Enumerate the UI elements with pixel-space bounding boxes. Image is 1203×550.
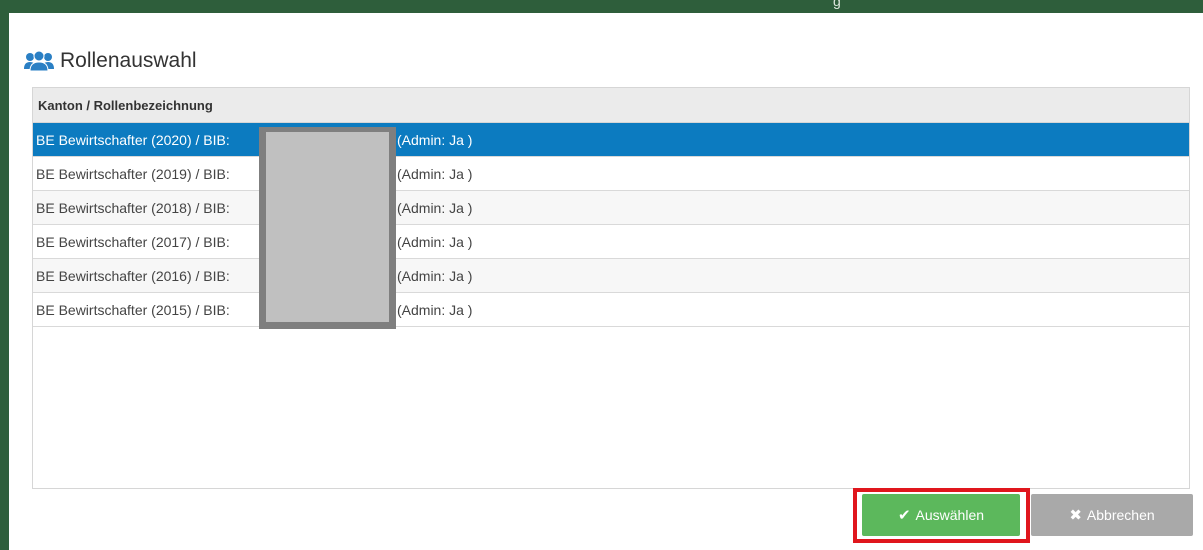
table-header: Kanton / Rollenbezeichnung (33, 88, 1189, 123)
table-row[interactable]: BE Bewirtschafter (2017) / BIB: (Admin: J… (33, 225, 1189, 259)
screen: g Rollenauswahl Kanton / Rollenbezeichnu… (0, 0, 1203, 550)
table-row[interactable]: BE Bewirtschafter (2019) / BIB: (Admin: J… (33, 157, 1189, 191)
role-cell: BE Bewirtschafter (2018) / BIB: (36, 199, 230, 216)
select-button[interactable]: ✔ Auswählen (862, 494, 1020, 536)
dialog-title-text: Rollenauswahl (60, 49, 197, 72)
background-left-edge (0, 0, 9, 550)
table-body: BE Bewirtschafter (2020) / BIB: (Admin: J… (33, 123, 1189, 327)
admin-cell: (Admin: Ja ) (397, 165, 473, 182)
background-header-text: g (833, 0, 841, 9)
admin-cell: (Admin: Ja ) (397, 267, 473, 284)
role-cell: BE Bewirtschafter (2019) / BIB: (36, 165, 230, 182)
admin-cell: (Admin: Ja ) (397, 301, 473, 318)
users-icon (24, 50, 54, 72)
role-table: Kanton / Rollenbezeichnung BE Bewirtscha… (32, 87, 1190, 489)
table-row[interactable]: BE Bewirtschafter (2016) / BIB: (Admin: J… (33, 259, 1189, 293)
select-button-label: Auswählen (915, 507, 985, 523)
admin-cell: (Admin: Ja ) (397, 199, 473, 216)
cancel-button[interactable]: ✖ Abbrechen (1031, 494, 1193, 536)
redacted-region (259, 127, 396, 329)
background-header-bar (0, 0, 1203, 13)
admin-cell: (Admin: Ja ) (397, 233, 473, 250)
table-row[interactable]: BE Bewirtschafter (2020) / BIB: (Admin: J… (33, 123, 1189, 157)
role-cell: BE Bewirtschafter (2015) / BIB: (36, 301, 230, 318)
table-row[interactable]: BE Bewirtschafter (2015) / BIB: (Admin: J… (33, 293, 1189, 327)
cancel-button-label: Abbrechen (1086, 507, 1155, 523)
role-cell: BE Bewirtschafter (2017) / BIB: (36, 233, 230, 250)
table-row[interactable]: BE Bewirtschafter (2018) / BIB: (Admin: J… (33, 191, 1189, 225)
role-cell: BE Bewirtschafter (2016) / BIB: (36, 267, 230, 284)
column-header-role[interactable]: Kanton / Rollenbezeichnung (38, 98, 213, 113)
x-icon: ✖ (1069, 507, 1082, 524)
role-cell: BE Bewirtschafter (2020) / BIB: (36, 131, 230, 148)
admin-cell: (Admin: Ja ) (397, 131, 473, 148)
dialog-title: Rollenauswahl (24, 46, 197, 76)
check-icon: ✔ (897, 507, 911, 524)
